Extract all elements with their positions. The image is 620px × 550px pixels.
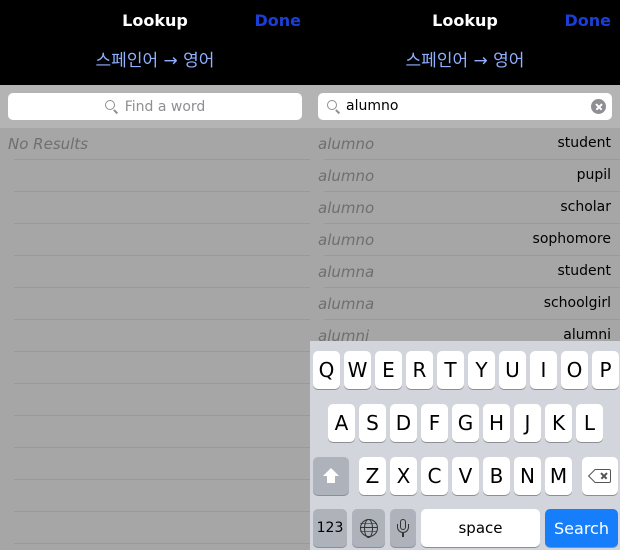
list-item	[0, 224, 310, 256]
space-key[interactable]: space	[421, 509, 540, 547]
key-a[interactable]: A	[328, 404, 355, 442]
nav-bar: Lookup Done 스페인어 → 영어	[310, 0, 620, 85]
key-k[interactable]: K	[545, 404, 572, 442]
result-term: alumno	[318, 231, 375, 249]
list-item[interactable]: alumno pupil	[310, 160, 620, 192]
search-input[interactable]: Find a word	[8, 93, 302, 120]
key-r[interactable]: R	[406, 351, 433, 389]
list-item	[0, 512, 310, 544]
search-bar: Find a word	[0, 85, 310, 128]
keyboard: Q W E R T Y U I O P A S D F G H J K L Z …	[310, 341, 620, 550]
language-direction: 스페인어 → 영어	[95, 51, 215, 71]
list-item[interactable]: alumna schoolgirl	[310, 288, 620, 320]
search-query: alumno	[346, 98, 399, 114]
list-item[interactable]: alumna student	[310, 256, 620, 288]
done-button[interactable]: Done	[254, 11, 301, 30]
list-item	[0, 320, 310, 352]
list-item[interactable]: alumno student	[310, 128, 620, 160]
result-translation: student	[557, 263, 611, 279]
key-x[interactable]: X	[390, 457, 417, 495]
result-term: alumna	[318, 263, 375, 281]
key-f[interactable]: F	[421, 404, 448, 442]
nav-bar: Lookup Done 스페인어 → 영어	[0, 0, 310, 85]
key-m[interactable]: M	[545, 457, 572, 495]
result-term: alumno	[318, 167, 375, 185]
globe-icon	[359, 519, 378, 538]
mic-icon	[397, 518, 409, 538]
list-item	[0, 352, 310, 384]
key-y[interactable]: Y	[468, 351, 495, 389]
result-translation: pupil	[576, 167, 611, 183]
key-e[interactable]: E	[375, 351, 402, 389]
key-b[interactable]: B	[483, 457, 510, 495]
result-term: alumno	[318, 199, 375, 217]
shift-key[interactable]	[313, 457, 349, 495]
list-item: No Results	[0, 128, 310, 160]
key-z[interactable]: Z	[359, 457, 386, 495]
search-icon	[327, 100, 341, 114]
result-translation: schoolgirl	[543, 295, 611, 311]
result-translation: student	[557, 135, 611, 151]
search-icon	[104, 99, 119, 114]
search-input[interactable]: alumno	[318, 93, 612, 120]
key-o[interactable]: O	[561, 351, 588, 389]
list-item	[0, 384, 310, 416]
globe-key[interactable]	[352, 509, 385, 547]
key-i[interactable]: I	[530, 351, 557, 389]
result-term: alumna	[318, 295, 375, 313]
key-g[interactable]: G	[452, 404, 479, 442]
left-pane: Lookup Done 스페인어 → 영어 Find a word No Res…	[0, 0, 310, 550]
list-item	[0, 416, 310, 448]
key-l[interactable]: L	[576, 404, 603, 442]
results-list: No Results	[0, 128, 310, 544]
search-bar: alumno	[310, 85, 620, 128]
search-placeholder: Find a word	[124, 98, 206, 115]
done-button[interactable]: Done	[564, 11, 611, 30]
list-item	[0, 160, 310, 192]
language-direction: 스페인어 → 영어	[405, 51, 525, 71]
result-translation: sophomore	[532, 231, 611, 247]
shift-icon	[323, 468, 339, 484]
result-translation: scholar	[560, 199, 611, 215]
search-key[interactable]: Search	[545, 509, 618, 547]
list-item	[0, 256, 310, 288]
list-item	[0, 192, 310, 224]
key-c[interactable]: C	[421, 457, 448, 495]
clear-icon[interactable]	[591, 99, 606, 114]
right-pane: Lookup Done 스페인어 → 영어 alumno alumno stud…	[310, 0, 620, 550]
key-h[interactable]: H	[483, 404, 510, 442]
list-item[interactable]: alumno scholar	[310, 192, 620, 224]
key-u[interactable]: U	[499, 351, 526, 389]
key-n[interactable]: N	[514, 457, 541, 495]
no-results-label: No Results	[8, 135, 89, 153]
key-p[interactable]: P	[592, 351, 619, 389]
list-item	[0, 448, 310, 480]
list-item	[0, 288, 310, 320]
results-list: alumno student alumno pupil alumno schol…	[310, 128, 620, 352]
key-t[interactable]: T	[437, 351, 464, 389]
key-s[interactable]: S	[359, 404, 386, 442]
key-v[interactable]: V	[452, 457, 479, 495]
key-w[interactable]: W	[344, 351, 371, 389]
key-j[interactable]: J	[514, 404, 541, 442]
delete-key[interactable]	[582, 457, 618, 495]
delete-icon	[587, 468, 611, 484]
list-item	[0, 480, 310, 512]
dictation-key[interactable]	[390, 509, 416, 547]
key-q[interactable]: Q	[313, 351, 340, 389]
list-item[interactable]: alumno sophomore	[310, 224, 620, 256]
result-term: alumno	[318, 135, 375, 153]
numbers-key[interactable]: 123	[313, 509, 347, 547]
key-d[interactable]: D	[390, 404, 417, 442]
